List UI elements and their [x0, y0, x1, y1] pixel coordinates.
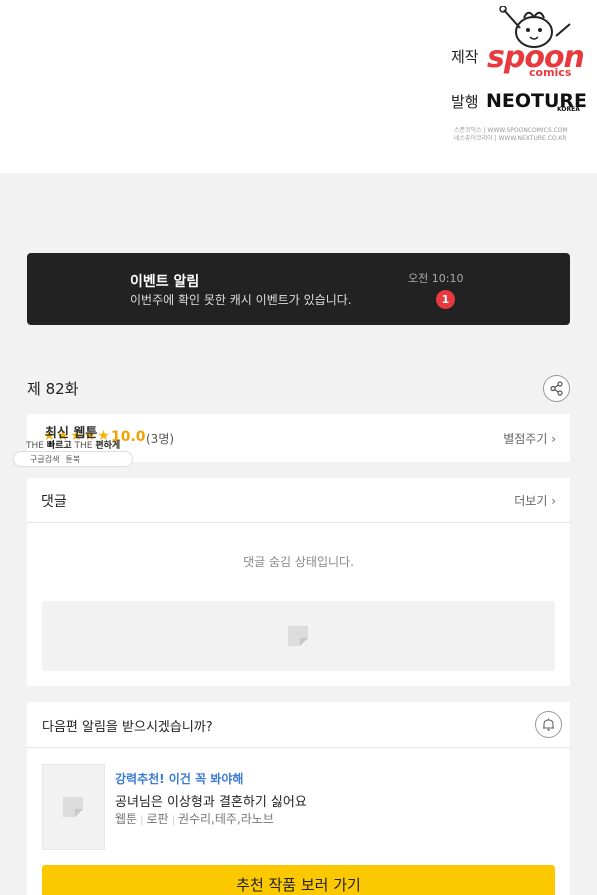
event-title: 이벤트 알림 — [130, 274, 200, 290]
next-episode-card: 다음편 알림을 받으시겠습니까? 강력추천! 이건 꼭 봐야해 공녀님은 이상형… — [27, 702, 570, 895]
bell-icon — [543, 718, 554, 731]
image-placeholder-icon — [288, 626, 308, 646]
notify-button[interactable] — [535, 711, 562, 738]
divider — [27, 747, 570, 748]
comments-more-link[interactable]: 더보기 › — [514, 492, 556, 509]
comics-logo-text: comics — [529, 66, 572, 79]
recommended-thumbnail[interactable] — [42, 764, 105, 850]
toonbook-label[interactable]: 툰북 — [65, 454, 80, 465]
slogan-bold-1: 빠르고 — [46, 441, 72, 451]
address-line-2: 네스츄어코리아 | WWW.NEXTURE.CO.KR — [454, 135, 567, 142]
genre-rofan: 로판 — [146, 812, 169, 826]
slogan-pre: THE — [26, 441, 47, 451]
slogan-bold-2: 편하게 — [95, 441, 121, 451]
event-time: 오전 10:10 — [408, 272, 464, 285]
comments-card: 댓글 더보기 › 댓글 숨김 상태입니다. — [27, 478, 570, 686]
image-placeholder-icon — [63, 797, 83, 817]
event-description: 이번주에 확인 못한 캐시 이벤트가 있습니다. — [130, 293, 352, 307]
overlay-slogan: THE 빠르고 THE 편하게 — [26, 438, 120, 451]
credits-section: 제작 spoon comics 발행 NEOTURE KOREA 스푼코믹스 |… — [0, 0, 597, 173]
separator: | — [171, 815, 175, 826]
korea-logo-text: KOREA — [557, 106, 580, 113]
share-button[interactable] — [543, 375, 570, 402]
episode-title: 제 82화 — [27, 380, 79, 398]
event-count-badge: 1 — [436, 290, 455, 309]
ad-placeholder[interactable] — [42, 601, 555, 671]
authors: 권수리,테주,라노브 — [177, 812, 274, 826]
overlay-search-bar[interactable]: 구글검색 툰북 — [13, 451, 133, 467]
slogan-mid: THE — [71, 441, 96, 451]
comments-hidden-message: 댓글 숨김 상태입니다. — [243, 555, 354, 569]
rating-count: (3명) — [146, 432, 175, 446]
next-episode-question: 다음편 알림을 받으시겠습니까? — [42, 720, 213, 735]
genre-webtoon: 웹툰 — [115, 812, 138, 826]
share-icon — [550, 381, 563, 396]
event-notice[interactable]: 이벤트 알림 이번주에 확인 못한 캐시 이벤트가 있습니다. 오전 10:10… — [27, 253, 570, 325]
recommended-title[interactable]: 공녀님은 이상형과 결혼하기 싫어요 — [115, 791, 307, 810]
separator: | — [140, 815, 144, 826]
view-recommendation-button[interactable]: 추천 작품 보러 가기 — [42, 865, 555, 895]
rate-button[interactable]: 별점주기 › — [503, 430, 556, 447]
producer-label: 제작 — [451, 48, 479, 66]
publisher-label: 발행 — [451, 93, 479, 111]
recommendation-tag: 강력추천! 이건 꼭 봐야해 — [115, 772, 244, 786]
recommended-meta: 웹툰 | 로판 | 권수리,테주,라노브 — [115, 810, 274, 827]
google-search-label[interactable]: 구글검색 — [30, 454, 59, 465]
divider — [27, 522, 570, 523]
comments-title: 댓글 — [41, 494, 67, 510]
